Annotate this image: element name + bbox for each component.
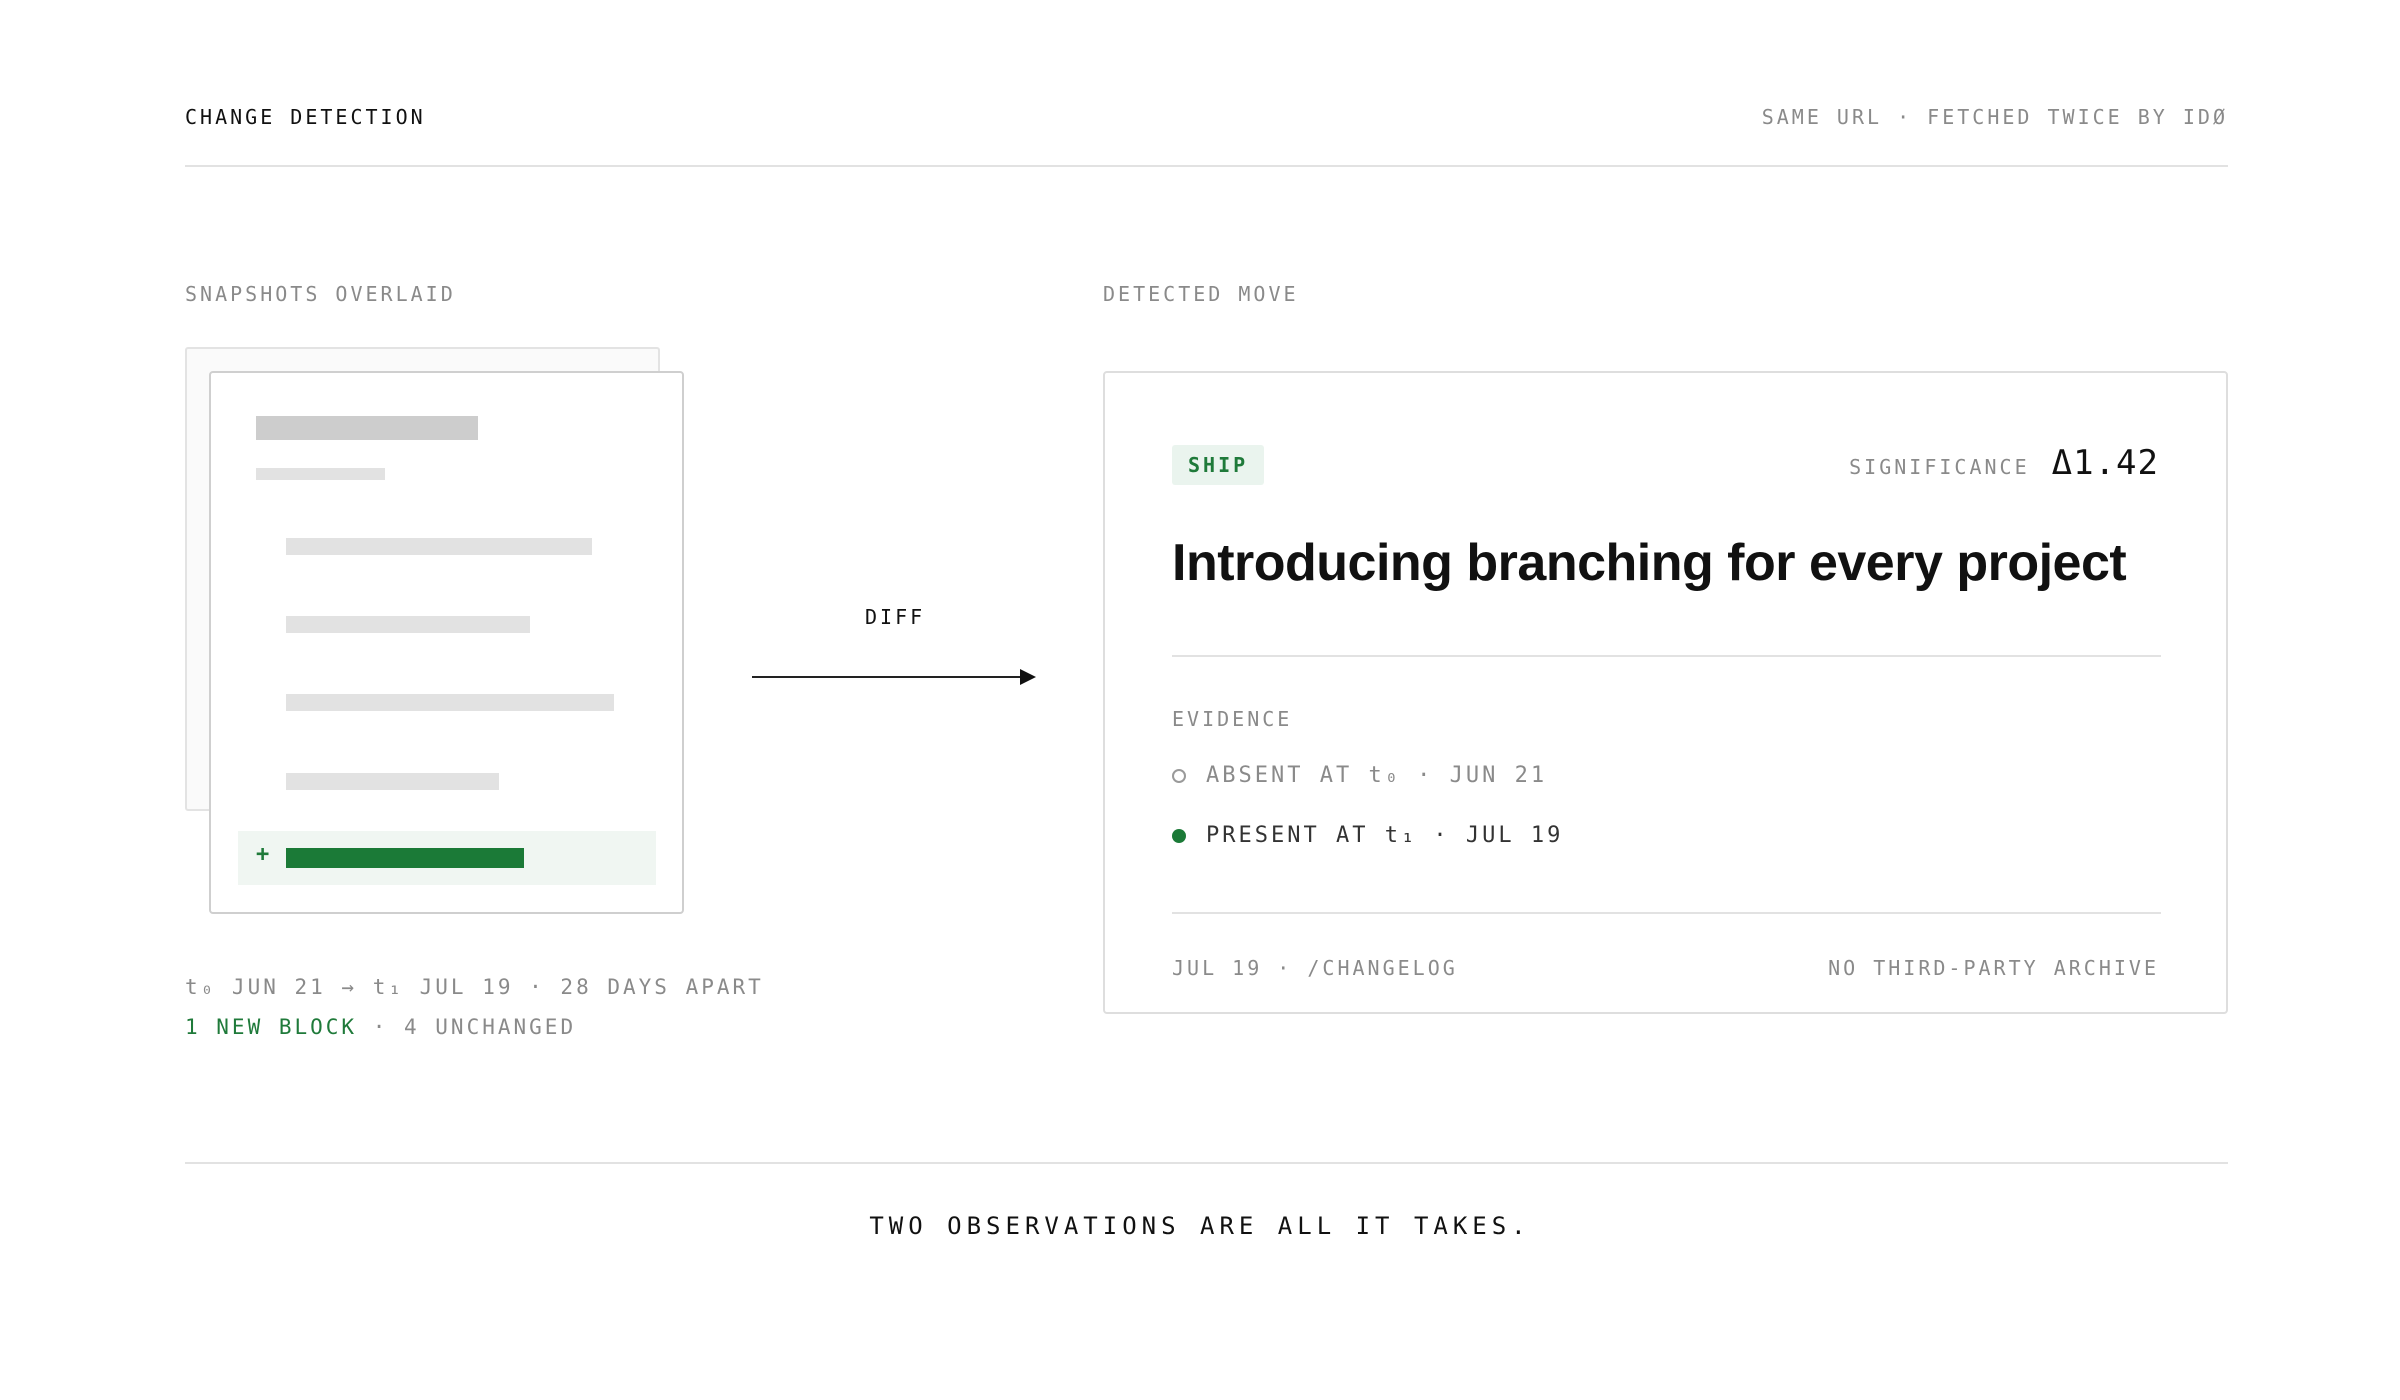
placeholder-heading-bar [256,416,478,440]
move-title: Introducing branching for every project [1172,534,2127,592]
diff-arrow-icon [752,669,1036,685]
unchanged-block [286,538,592,555]
detected-move-card: SHIP SIGNIFICANCE Δ1.42 Introducing bran… [1103,371,2228,1014]
evidence-label: EVIDENCE [1172,707,1293,731]
hollow-circle-icon [1172,768,1186,783]
unchanged-block [286,773,499,790]
footer-divider [185,1162,2228,1164]
source-reference: JUL 19 · /CHANGELOG [1172,956,1458,980]
filled-circle-icon [1172,828,1186,843]
new-block-count: 1 NEW BLOCK [185,1015,358,1039]
header-divider [185,165,2228,167]
significance-label: SIGNIFICANCE [1849,455,2030,479]
significance: SIGNIFICANCE Δ1.42 [1849,443,2159,483]
evidence-row-absent: ABSENT AT t₀ · JUN 21 [1172,763,1547,788]
evidence-text: PRESENT AT t₁ · JUL 19 [1206,823,1564,848]
block-summary: 1 NEW BLOCK · 4 UNCHANGED [185,1015,576,1039]
tagline: TWO OBSERVATIONS ARE ALL IT TAKES. [869,1212,1531,1240]
diff-label: DIFF [865,605,926,629]
new-block-bar [286,848,524,868]
snapshot-t1: + [209,371,684,914]
page-title: CHANGE DETECTION [185,105,426,129]
card-divider [1172,655,2161,657]
significance-value: Δ1.42 [2051,443,2159,483]
card-divider [1172,912,2161,914]
evidence-text: ABSENT AT t₀ · JUN 21 [1206,763,1548,788]
placeholder-subheading-bar [256,468,385,480]
archive-note: NO THIRD-PARTY ARCHIVE [1828,956,2159,980]
evidence-row-present: PRESENT AT t₁ · JUL 19 [1172,823,1563,848]
new-block: + [238,831,656,885]
page-subtitle: SAME URL · FETCHED TWICE BY IDØ [1761,105,2228,129]
detected-move-section-label: DETECTED MOVE [1103,282,1299,306]
snapshot-dates: t₀ JUN 21 → t₁ JUL 19 · 28 DAYS APART [185,975,764,999]
unchanged-block [286,616,530,633]
unchanged-block [286,694,614,711]
category-badge: SHIP [1172,445,1265,485]
unchanged-count: · 4 UNCHANGED [357,1015,577,1039]
plus-icon: + [256,842,270,867]
snapshots-section-label: SNAPSHOTS OVERLAID [185,282,456,306]
